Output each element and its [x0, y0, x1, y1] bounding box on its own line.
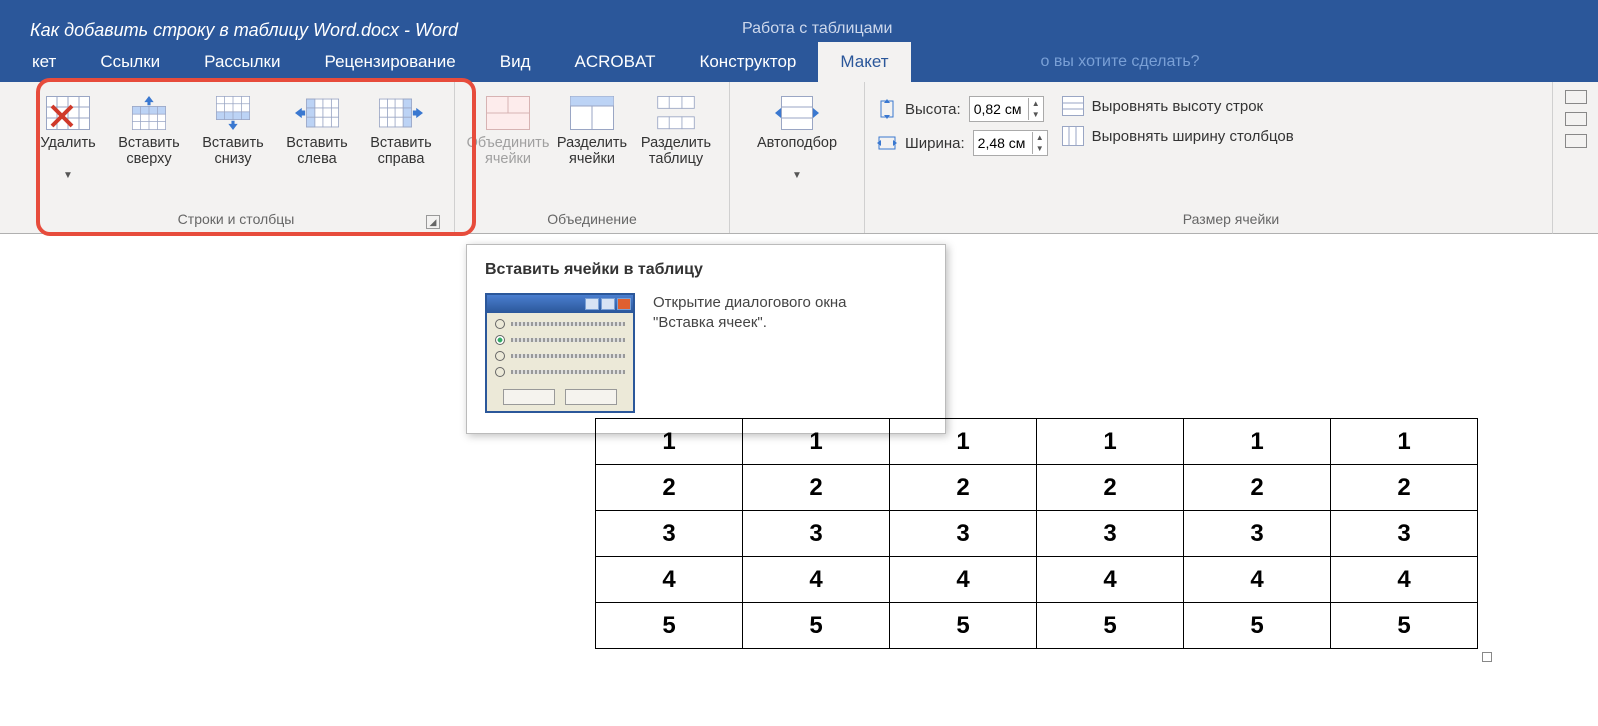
table-row: 555555 — [596, 603, 1478, 649]
split-table-icon — [652, 92, 700, 134]
group-rows-columns: Удалить ▼ Вставить сверху — [0, 82, 455, 233]
delete-table-icon — [44, 92, 92, 134]
merge-cells-button: Объединить ячейки — [467, 88, 549, 170]
insert-below-icon — [209, 92, 257, 134]
chevron-down-icon: ▼ — [792, 170, 802, 181]
row-height-icon — [877, 99, 897, 119]
delete-button[interactable]: Удалить ▼ — [30, 88, 106, 181]
insert-below-button[interactable]: Вставить снизу — [192, 88, 274, 170]
ribbon: Удалить ▼ Вставить сверху — [0, 82, 1598, 234]
split-table-button[interactable]: Разделить таблицу — [635, 88, 717, 170]
col-width-input[interactable] — [974, 131, 1032, 155]
tell-me-search[interactable]: о вы хотите сделать? — [911, 42, 1222, 82]
insert-left-icon — [293, 92, 341, 134]
tab-review[interactable]: Рецензирование — [302, 42, 477, 82]
tab-table-layout[interactable]: Макет — [818, 42, 910, 82]
delete-label: Удалить — [40, 136, 95, 152]
align-icon[interactable] — [1565, 134, 1587, 148]
distribute-rows-button[interactable]: Выровнять высоту строк — [1062, 96, 1294, 116]
merge-cells-icon — [484, 92, 532, 134]
table-row: 333333 — [596, 511, 1478, 557]
distribute-columns-button[interactable]: Выровнять ширину столбцов — [1062, 126, 1294, 146]
spinner-down-icon[interactable]: ▼ — [1033, 143, 1047, 154]
col-width-spinner[interactable]: ▲▼ — [973, 130, 1048, 156]
insert-right-icon — [377, 92, 425, 134]
width-label: Ширина: — [905, 135, 965, 152]
alignment-group-cropped — [1552, 82, 1598, 234]
document-canvas[interactable]: 111111 222222 333333 444444 555555 — [0, 278, 1598, 726]
height-label: Высота: — [905, 101, 961, 118]
insert-above-button[interactable]: Вставить сверху — [108, 88, 190, 170]
tooltip-title: Вставить ячейки в таблицу — [485, 261, 927, 279]
group-cell-size-label: Размер ячейки ◢ — [877, 209, 1585, 231]
ribbon-tabstrip: кет Ссылки Рассылки Рецензирование Вид A… — [0, 42, 1222, 82]
insert-above-label: Вставить сверху — [108, 136, 190, 168]
group-cell-size: Высота: ▲▼ Ширина: ▲▼ — [865, 82, 1598, 233]
contextual-tab-title: Работа с таблицами — [742, 20, 892, 38]
spinner-up-icon[interactable]: ▲ — [1033, 132, 1047, 143]
insert-above-icon — [125, 92, 173, 134]
align-icon[interactable] — [1565, 112, 1587, 126]
chevron-down-icon: ▼ — [63, 170, 73, 181]
autofit-label: Автоподбор — [757, 136, 837, 152]
user-table[interactable]: 111111 222222 333333 444444 555555 — [595, 418, 1478, 649]
tab-references[interactable]: Ссылки — [78, 42, 182, 82]
table-row: 111111 — [596, 419, 1478, 465]
distribute-rows-icon — [1062, 96, 1084, 116]
insert-below-label: Вставить снизу — [192, 136, 274, 168]
group-merge: Объединить ячейки Разделить ячейки Разде… — [455, 82, 730, 233]
title-bar: Как добавить строку в таблицу Word.docx … — [0, 0, 1598, 82]
insert-left-button[interactable]: Вставить слева — [276, 88, 358, 170]
tab-cut-left[interactable]: кет — [0, 42, 78, 82]
distribute-rows-label: Выровнять высоту строк — [1092, 98, 1263, 115]
row-height-input[interactable] — [970, 97, 1028, 121]
distribute-columns-icon — [1062, 126, 1084, 146]
split-table-label: Разделить таблицу — [635, 136, 717, 168]
table-row: 222222 — [596, 465, 1478, 511]
group-autofit: Автоподбор ▼ — [730, 82, 865, 233]
insert-right-button[interactable]: Вставить справа — [360, 88, 442, 170]
insert-left-label: Вставить слева — [276, 136, 358, 168]
table-row: 444444 — [596, 557, 1478, 603]
tab-mailings[interactable]: Рассылки — [182, 42, 302, 82]
document-title: Как добавить строку в таблицу Word.docx … — [30, 20, 458, 41]
group-rows-columns-label: Строки и столбцы ◢ — [30, 209, 442, 231]
distribute-columns-label: Выровнять ширину столбцов — [1092, 128, 1294, 145]
split-cells-button[interactable]: Разделить ячейки — [551, 88, 633, 170]
row-height-spinner[interactable]: ▲▼ — [969, 96, 1044, 122]
tab-table-design[interactable]: Конструктор — [677, 42, 818, 82]
split-cells-icon — [568, 92, 616, 134]
col-width-icon — [877, 133, 897, 153]
group-merge-label: Объединение — [467, 209, 717, 231]
merge-cells-label: Объединить ячейки — [467, 136, 550, 168]
autofit-button[interactable]: Автоподбор ▼ — [742, 88, 852, 181]
autofit-icon — [773, 92, 821, 134]
table-resize-handle[interactable] — [1482, 652, 1492, 662]
spinner-up-icon[interactable]: ▲ — [1029, 98, 1043, 109]
tab-acrobat[interactable]: ACROBAT — [553, 42, 678, 82]
spinner-down-icon[interactable]: ▼ — [1029, 109, 1043, 120]
rows-columns-dialog-launcher[interactable]: ◢ — [426, 215, 440, 229]
split-cells-label: Разделить ячейки — [551, 136, 633, 168]
insert-right-label: Вставить справа — [360, 136, 442, 168]
tab-view[interactable]: Вид — [478, 42, 553, 82]
align-icon[interactable] — [1565, 90, 1587, 104]
